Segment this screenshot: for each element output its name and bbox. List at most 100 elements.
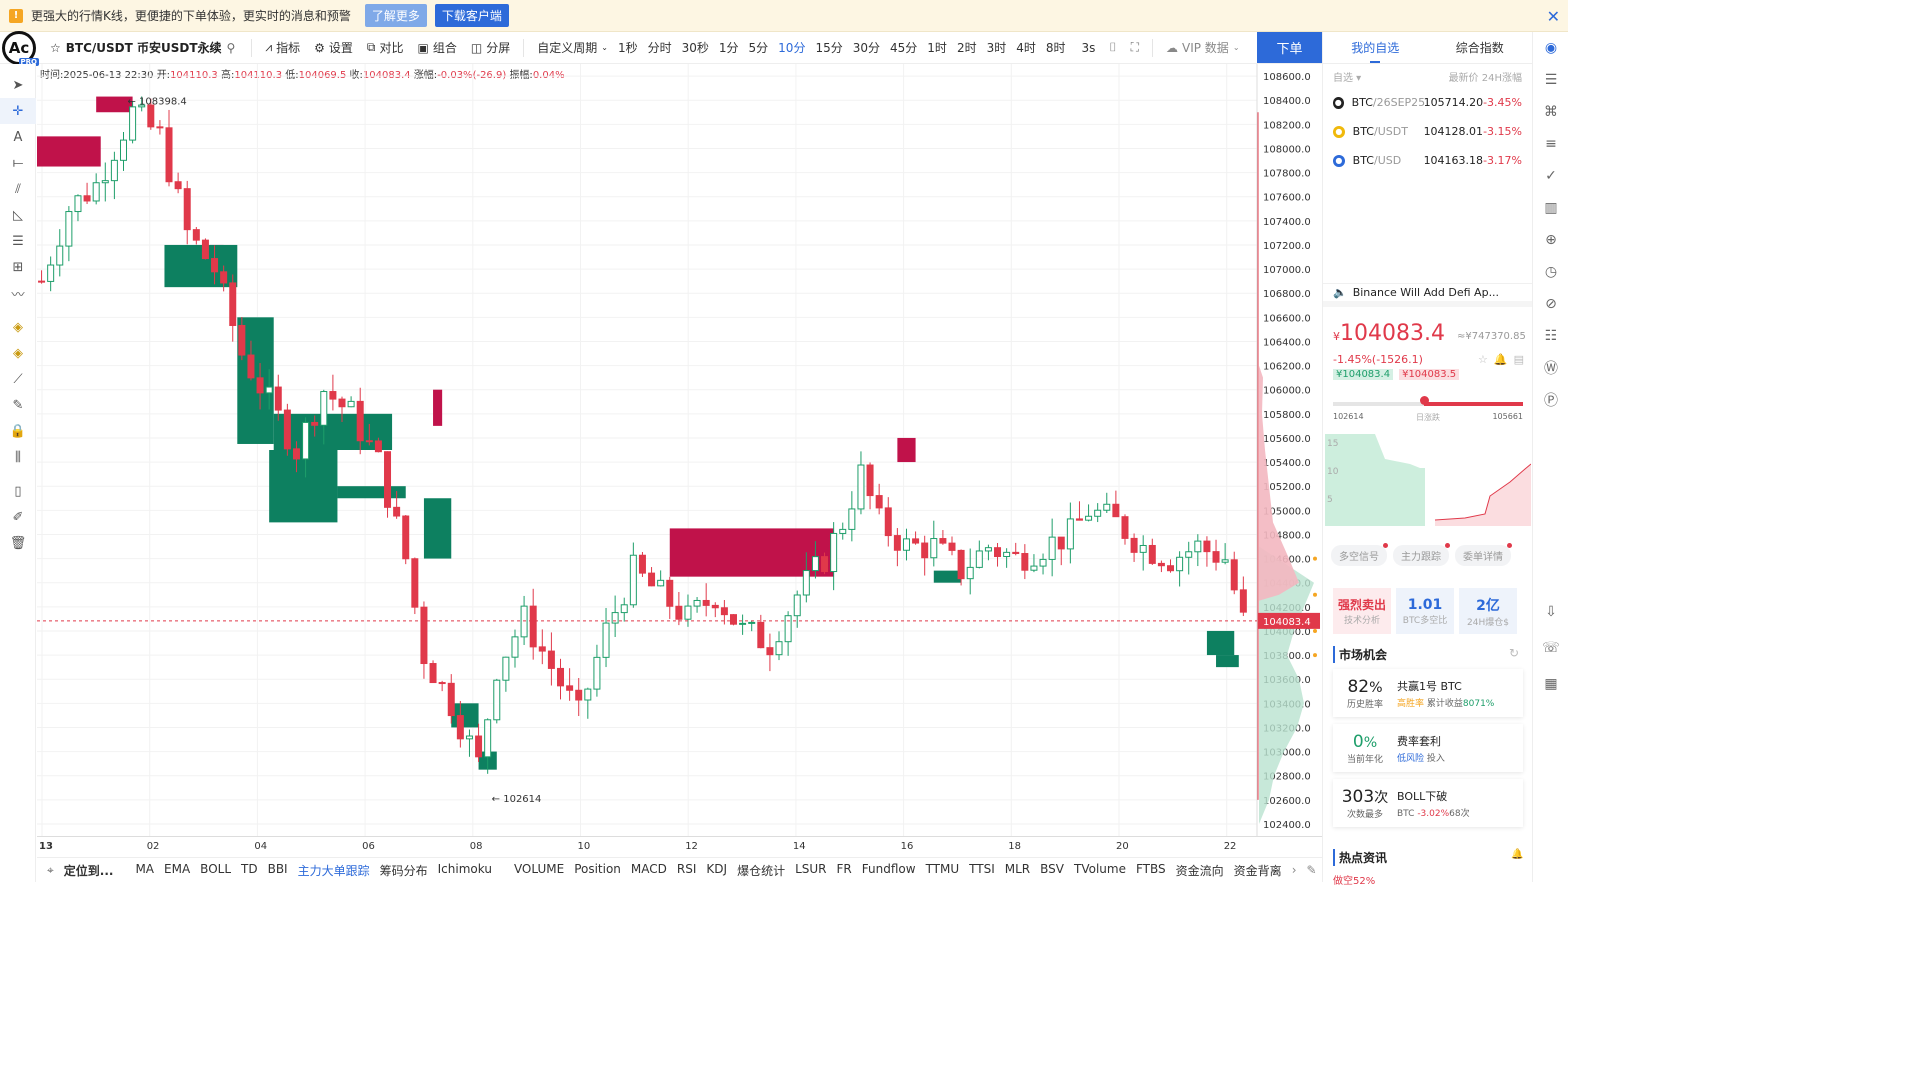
- period-7[interactable]: 30分: [848, 39, 885, 56]
- sub-indicator-14[interactable]: FTBS: [1131, 862, 1171, 879]
- period-5[interactable]: 10分: [773, 39, 810, 56]
- signal-main-tracking[interactable]: 主力跟踪: [1393, 543, 1450, 566]
- analysis-icon[interactable]: ≡: [1533, 128, 1569, 160]
- watchlist-filter[interactable]: 自选 ▾: [1333, 69, 1361, 84]
- indicator-4[interactable]: BBI: [263, 862, 293, 879]
- alert-icon[interactable]: ✓: [1533, 160, 1569, 192]
- place-order-button[interactable]: 下单: [1257, 32, 1322, 63]
- sub-indicator-1[interactable]: Position: [569, 862, 626, 879]
- long-short-ratio-card[interactable]: 1.01 BTC多空比: [1396, 588, 1454, 634]
- period-3[interactable]: 1分: [714, 39, 744, 56]
- sub-indicator-7[interactable]: FR: [832, 862, 857, 879]
- period-9[interactable]: 1时: [922, 39, 952, 56]
- brush-tool-icon[interactable]: ◈: [0, 314, 36, 340]
- fib-tool-icon[interactable]: ☰: [0, 228, 36, 254]
- edit-icon[interactable]: ✎: [1302, 863, 1322, 877]
- custom-period-dropdown[interactable]: 自定义周期 ⌄: [532, 39, 613, 56]
- favorite-icon[interactable]: ☆: [1478, 353, 1488, 366]
- period-0[interactable]: 1秒: [613, 39, 643, 56]
- close-icon[interactable]: ✕: [1547, 7, 1560, 26]
- bell-icon[interactable]: 🔔: [1494, 353, 1508, 366]
- calc-icon[interactable]: ▤: [1514, 353, 1524, 366]
- period-10[interactable]: 2时: [952, 39, 982, 56]
- sub-indicator-9[interactable]: TTMU: [921, 862, 965, 879]
- camera-icon[interactable]: ⌷: [1104, 40, 1121, 55]
- triangle-tool-icon[interactable]: ◺: [0, 202, 36, 228]
- target-icon[interactable]: ⌖: [37, 863, 59, 878]
- fullscreen-icon[interactable]: ⛶: [1126, 40, 1144, 55]
- download-client-button[interactable]: 下载客户端: [434, 4, 509, 27]
- logo-icon[interactable]: ◉: [1533, 32, 1569, 64]
- support-icon[interactable]: ☏: [1533, 632, 1569, 664]
- news-icon[interactable]: ⌘: [1533, 96, 1569, 128]
- combo-button[interactable]: ▣ 组合: [413, 39, 462, 56]
- edit-list-icon[interactable]: ✐: [0, 504, 36, 530]
- refresh-icon[interactable]: ↻: [1509, 646, 1519, 660]
- tech-analysis-card[interactable]: 强烈卖出 技术分析: [1333, 588, 1391, 634]
- wallet-icon[interactable]: Ⓦ: [1533, 352, 1569, 384]
- tab-index[interactable]: 综合指数: [1428, 32, 1533, 63]
- pro-icon[interactable]: Ⓟ: [1533, 384, 1569, 416]
- opportunity-card[interactable]: 0% 当前年化 费率套利 低风险 投入: [1333, 724, 1523, 772]
- price-chart[interactable]: 108600.0 108400.0 108200.0 108000.0 107800.0…: [37, 64, 1322, 836]
- line-tool-icon[interactable]: ⟝: [0, 150, 36, 176]
- indicator-0[interactable]: MA: [130, 862, 159, 879]
- news-ticker[interactable]: 🔈 Binance Will Add Defi Ap...: [1323, 283, 1532, 307]
- crosshair-icon[interactable]: ✛: [0, 98, 36, 124]
- chart-svg[interactable]: 108600.0 108400.0 108200.0 108000.0 107800.0…: [37, 64, 1322, 836]
- vip-data-dropdown[interactable]: ☁ VIP 数据 ⌄: [1161, 39, 1245, 56]
- layers-icon[interactable]: ▯: [0, 478, 36, 504]
- period-11[interactable]: 3时: [982, 39, 1012, 56]
- marker-tool-icon[interactable]: ◈: [0, 340, 36, 366]
- opportunity-card[interactable]: 82% 历史胜率 共赢1号 BTC 高胜率 累计收益8071%: [1333, 669, 1523, 717]
- sub-indicator-12[interactable]: BSV: [1035, 862, 1069, 879]
- compass-icon[interactable]: ⊘: [1533, 288, 1569, 320]
- parallel-tool-icon[interactable]: ⫽: [0, 176, 36, 202]
- period-6[interactable]: 15分: [810, 39, 847, 56]
- magnet-icon[interactable]: ⫼: [0, 444, 36, 470]
- pen-icon[interactable]: ✎: [0, 392, 36, 418]
- sub-indicator-0[interactable]: VOLUME: [509, 862, 569, 879]
- sub-indicator-16[interactable]: 资金背离: [1229, 862, 1287, 879]
- indicator-7[interactable]: Ichimoku: [433, 862, 497, 879]
- period-1[interactable]: 分时: [643, 39, 677, 56]
- sub-indicator-3[interactable]: RSI: [672, 862, 702, 879]
- star-icon[interactable]: ☆: [50, 41, 61, 55]
- indicator-button[interactable]: ⩘ 指标: [260, 39, 305, 56]
- cursor-icon[interactable]: ➤: [0, 72, 36, 98]
- signal-long-short[interactable]: 多空信号: [1331, 543, 1388, 566]
- add-icon[interactable]: ⊕: [1533, 224, 1569, 256]
- liquidation-card[interactable]: 2亿 24H爆仓$: [1459, 588, 1517, 634]
- symbol-selector[interactable]: ☆ BTC/USDT 币安USDT永续 ⚲: [50, 39, 235, 56]
- wave-tool-icon[interactable]: 〰: [0, 280, 36, 306]
- locate-to-button[interactable]: 定位到...: [59, 862, 119, 879]
- sub-indicator-4[interactable]: KDJ: [701, 862, 732, 879]
- watchlist-icon[interactable]: ☰: [1533, 64, 1569, 96]
- depth-icon[interactable]: ▥: [1533, 192, 1569, 224]
- refresh-interval[interactable]: 3s: [1077, 41, 1101, 55]
- learn-more-button[interactable]: 了解更多: [364, 4, 427, 27]
- text-tool-icon[interactable]: A: [0, 124, 36, 150]
- sub-indicator-11[interactable]: MLR: [1000, 862, 1035, 879]
- lock-icon[interactable]: 🔒: [0, 418, 36, 444]
- sub-indicator-10[interactable]: TTSI: [964, 862, 1000, 879]
- opportunity-card[interactable]: 303次 次数最多 BOLL下破 BTC -3.02%68次: [1333, 779, 1523, 827]
- clock-icon[interactable]: ◷: [1533, 256, 1569, 288]
- sub-indicator-5[interactable]: 爆仓统计: [732, 862, 790, 879]
- watchlist-row[interactable]: ● BTC/USD 104163.18 -3.17%: [1323, 146, 1532, 175]
- bell-icon[interactable]: 🔔: [1511, 849, 1523, 860]
- qr-icon[interactable]: ▦: [1533, 668, 1569, 700]
- period-2[interactable]: 30秒: [677, 39, 714, 56]
- watchlist-row[interactable]: ● BTC/26SEP25 105714.20 -3.45%: [1323, 88, 1532, 117]
- compare-button[interactable]: ⧉ 对比: [362, 39, 409, 56]
- download-icon[interactable]: ⇩: [1533, 596, 1569, 628]
- indicator-6[interactable]: 筹码分布: [375, 862, 433, 879]
- settings-button[interactable]: ⚙ 设置: [309, 39, 358, 56]
- tab-watchlist[interactable]: 我的自选: [1323, 32, 1428, 63]
- ruler-icon[interactable]: ⟋: [0, 366, 36, 392]
- signal-order-detail[interactable]: 委单详情: [1455, 543, 1512, 566]
- sub-indicator-13[interactable]: TVolume: [1069, 862, 1131, 879]
- period-4[interactable]: 5分: [744, 39, 774, 56]
- grid-tool-icon[interactable]: ⊞: [0, 254, 36, 280]
- trash-icon[interactable]: 🗑: [0, 530, 36, 556]
